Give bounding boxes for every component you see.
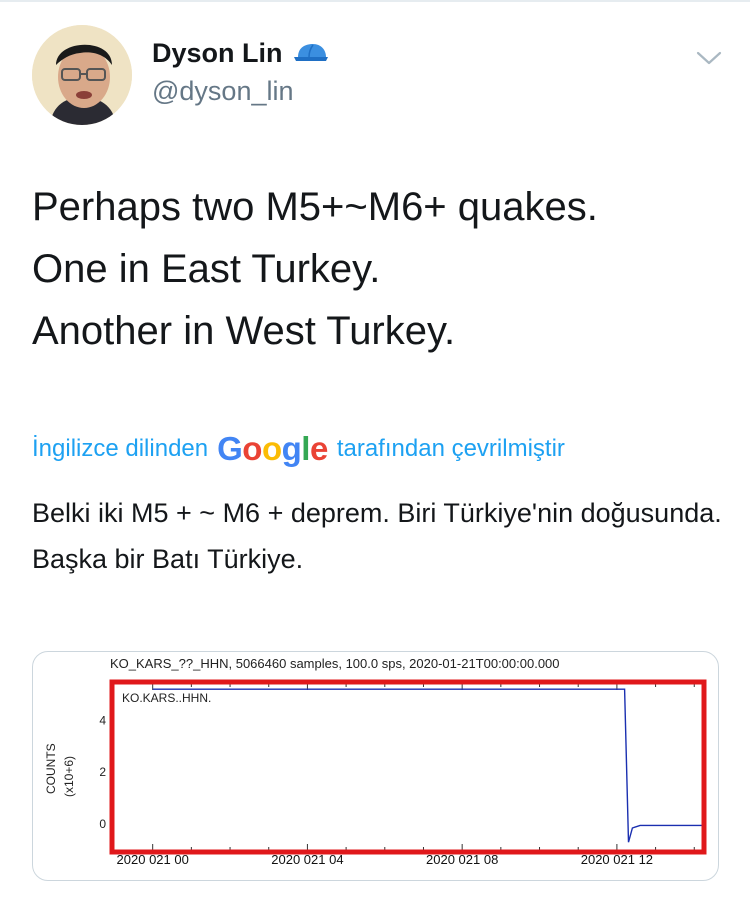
translated-text: Belki iki M5 + ~ M6 + deprem. Biri Türki… bbox=[32, 498, 722, 574]
translation-suffix[interactable]: tarafından çevrilmiştir bbox=[337, 435, 565, 463]
tweet-line: One in East Turkey. bbox=[32, 247, 381, 291]
station-label: KO.KARS..HHN. bbox=[122, 691, 211, 705]
y-tick-label: 4 bbox=[99, 713, 106, 727]
user-handle[interactable]: @dyson_lin bbox=[152, 76, 294, 107]
translated-by-row[interactable]: İngilizce dilinden Google tarafından çev… bbox=[32, 430, 565, 468]
y-tick-label: 0 bbox=[99, 817, 106, 831]
avatar-image bbox=[32, 25, 132, 125]
chevron-down-icon[interactable] bbox=[696, 49, 722, 67]
y-axis-unit: (x10+6) bbox=[62, 756, 76, 797]
media-image[interactable]: KO_KARS_??_HHN, 5066460 samples, 100.0 s… bbox=[32, 651, 719, 881]
name-row: Dyson Lin bbox=[152, 38, 330, 69]
google-logo: Google bbox=[217, 430, 328, 467]
y-tick-label: 2 bbox=[99, 765, 106, 779]
seismogram-chart: KO_KARS_??_HHN, 5066460 samples, 100.0 s… bbox=[44, 656, 707, 867]
plot-frame bbox=[113, 683, 703, 851]
tweet-line: Another in West Turkey. bbox=[32, 309, 456, 353]
tweet-line: Perhaps two M5+~M6+ quakes. bbox=[32, 185, 598, 229]
y-axis-label: COUNTS bbox=[44, 743, 58, 794]
display-name[interactable]: Dyson Lin bbox=[152, 38, 283, 69]
tweet-text: Perhaps two M5+~M6+ quakes. One in East … bbox=[32, 176, 598, 362]
avatar[interactable] bbox=[32, 25, 132, 125]
translation-prefix[interactable]: İngilizce dilinden bbox=[32, 435, 208, 463]
chart-title: KO_KARS_??_HHN, 5066460 samples, 100.0 s… bbox=[110, 656, 560, 671]
blue-cap-icon bbox=[293, 43, 328, 61]
top-divider bbox=[0, 0, 750, 2]
